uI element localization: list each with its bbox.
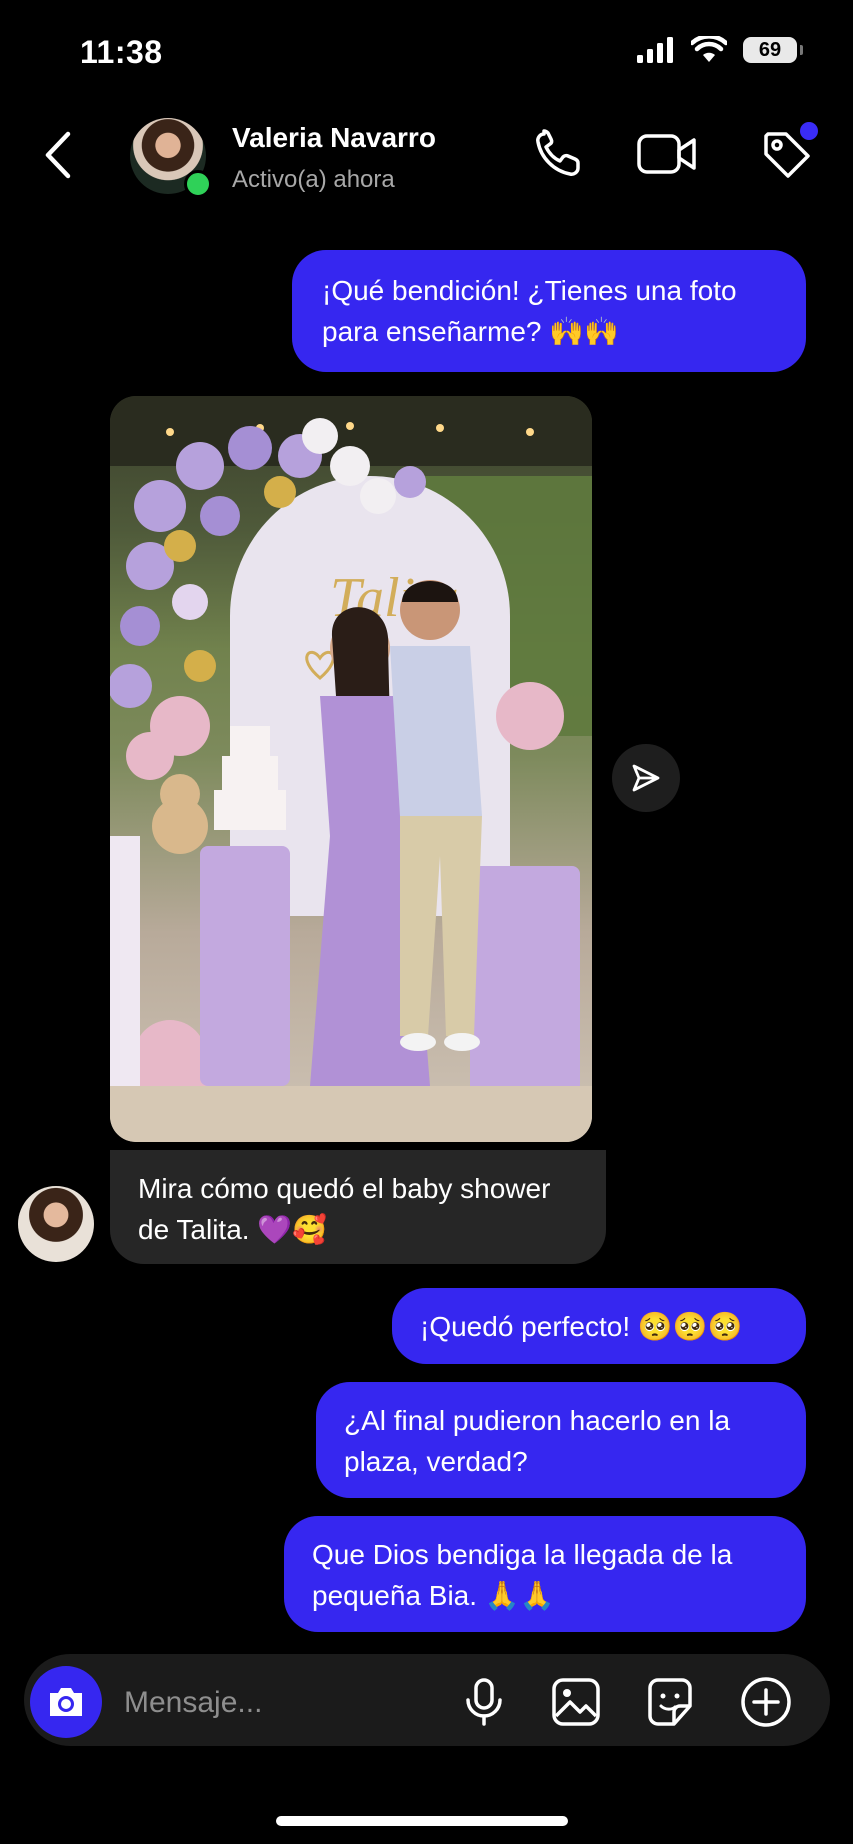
- contact-avatar-small: [18, 1186, 94, 1262]
- share-button[interactable]: [612, 744, 680, 812]
- message-bubble-outgoing[interactable]: Que Dios bendiga la llegada de la pequeñ…: [284, 1516, 806, 1632]
- message-bubble-incoming[interactable]: Mira cómo quedó el baby shower de Talita…: [110, 1150, 606, 1264]
- camera-button[interactable]: [30, 1666, 102, 1738]
- microphone-icon[interactable]: [456, 1674, 512, 1730]
- contact-status: Activo(a) ahora: [232, 166, 395, 193]
- online-indicator: [184, 170, 212, 198]
- status-time: 11:38: [80, 34, 163, 70]
- camera-icon: [50, 1688, 82, 1716]
- video-camera-icon[interactable]: [636, 126, 698, 182]
- message-bubble-outgoing[interactable]: ¿Al final pudieron hacerlo en la plaza, …: [316, 1382, 806, 1498]
- message-bubble-outgoing[interactable]: ¡Qué bendición! ¿Tienes una foto para en…: [292, 250, 806, 372]
- message-input[interactable]: [122, 1680, 446, 1726]
- sticker-icon[interactable]: [642, 1674, 698, 1730]
- wifi-icon: [691, 36, 727, 62]
- send-icon: [632, 764, 660, 792]
- baby-shower-photo-illustration: Talita: [110, 396, 592, 1142]
- notification-dot: [800, 122, 818, 140]
- home-indicator[interactable]: [276, 1816, 568, 1826]
- battery-indicator: 69: [743, 37, 803, 63]
- status-icons: 69: [637, 36, 803, 64]
- phone-icon[interactable]: [530, 126, 586, 182]
- message-bubble-outgoing[interactable]: ¡Quedó perfecto! 🥺🥺🥺: [392, 1288, 806, 1364]
- back-chevron-icon[interactable]: [38, 128, 78, 182]
- plus-circle-icon[interactable]: [738, 1674, 794, 1730]
- cellular-signal-icon: [637, 37, 673, 63]
- image-icon[interactable]: [548, 1674, 604, 1730]
- contact-name[interactable]: Valeria Navarro: [232, 122, 436, 154]
- shared-photo[interactable]: Talita: [110, 396, 592, 1142]
